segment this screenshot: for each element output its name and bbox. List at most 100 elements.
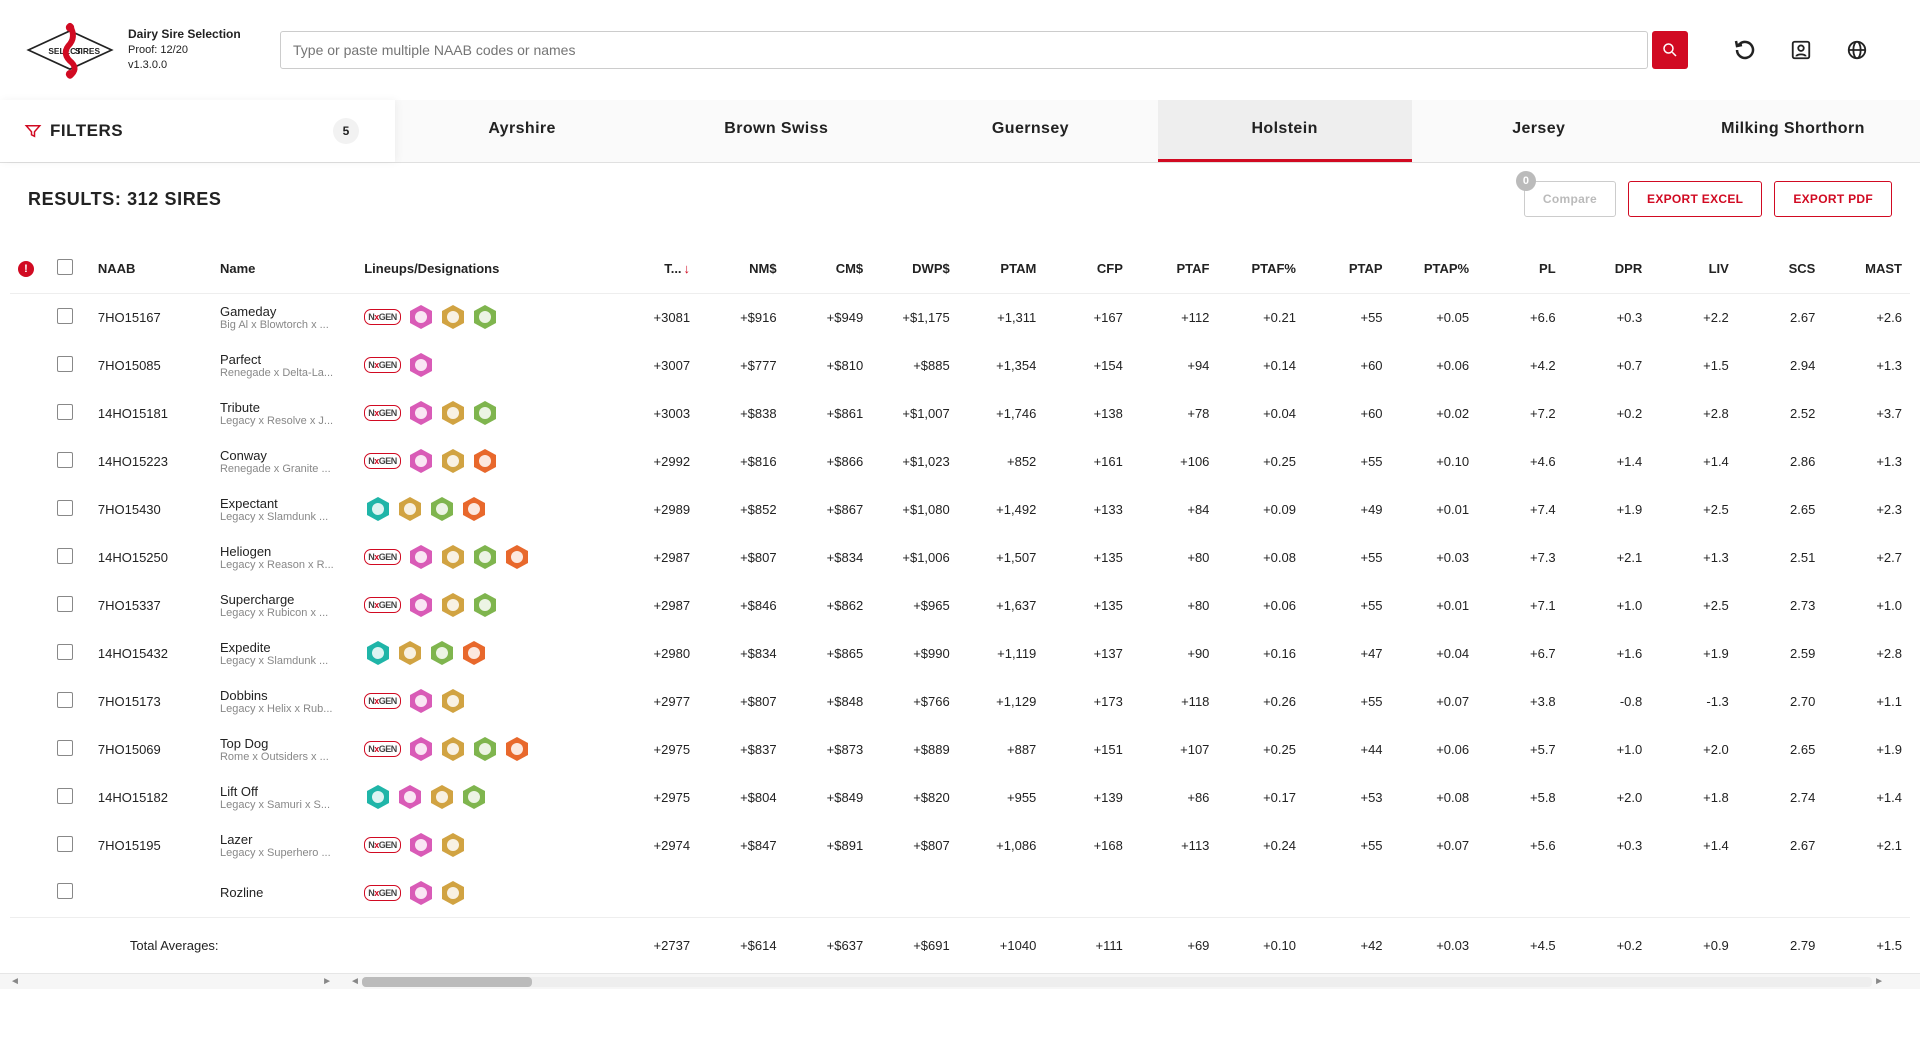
col-header-name[interactable]: Name xyxy=(212,245,356,293)
data-cell: +5.8 xyxy=(1477,773,1564,821)
export-excel-button[interactable]: EXPORT EXCEL xyxy=(1628,181,1762,217)
globe-icon xyxy=(1846,39,1868,61)
tab-ayrshire[interactable]: Ayrshire xyxy=(395,100,649,162)
data-cell: 2.73 xyxy=(1737,581,1824,629)
nxgen-badge: NxGEN xyxy=(364,357,401,373)
data-cell: +$1,023 xyxy=(871,437,958,485)
data-cell: +7.2 xyxy=(1477,389,1564,437)
tab-guernsey[interactable]: Guernsey xyxy=(903,100,1157,162)
name-cell[interactable]: Rozline xyxy=(212,869,356,917)
data-cell: +2980 xyxy=(611,629,698,677)
col-header-liv[interactable]: LIV xyxy=(1650,245,1737,293)
naab-cell: 14HO15223 xyxy=(90,437,212,485)
table-row: 7HO15430ExpectantLegacy x Slamdunk ...+2… xyxy=(10,485,1910,533)
data-cell: +1.0 xyxy=(1823,581,1910,629)
row-checkbox[interactable] xyxy=(57,644,73,660)
name-cell[interactable]: ConwayRenegade x Granite ... xyxy=(212,437,356,485)
col-header-mast[interactable]: MAST xyxy=(1823,245,1910,293)
data-cell: +1.0 xyxy=(1564,581,1651,629)
results-count: RESULTS: 312 SIRES xyxy=(28,189,222,210)
name-cell[interactable]: ExpectantLegacy x Slamdunk ... xyxy=(212,485,356,533)
name-cell[interactable]: HeliogenLegacy x Reason x R... xyxy=(212,533,356,581)
breed-tabs: AyrshireBrown SwissGuernseyHolsteinJerse… xyxy=(395,100,1920,162)
data-cell: +55 xyxy=(1304,821,1391,869)
col-header-ptaf[interactable]: PTAF xyxy=(1131,245,1218,293)
table-row: RozlineNxGEN xyxy=(10,869,1910,917)
data-cell: +$804 xyxy=(698,773,785,821)
row-checkbox[interactable] xyxy=(57,500,73,516)
tab-jersey[interactable]: Jersey xyxy=(1412,100,1666,162)
col-header-lineupsdesignations[interactable]: Lineups/Designations xyxy=(356,245,611,293)
tab-holstein[interactable]: Holstein xyxy=(1158,100,1412,162)
averages-label: Total Averages: xyxy=(90,917,612,973)
export-pdf-button[interactable]: EXPORT PDF xyxy=(1774,181,1892,217)
data-cell: +55 xyxy=(1304,437,1391,485)
hscroll-main[interactable]: ◄ ► xyxy=(342,973,1920,989)
hscroll-thumb[interactable] xyxy=(362,977,532,987)
row-checkbox[interactable] xyxy=(57,883,73,899)
name-cell[interactable]: Top DogRome x Outsiders x ... xyxy=(212,725,356,773)
col-header-naab[interactable]: NAAB xyxy=(90,245,212,293)
averages-cell: +$637 xyxy=(785,917,872,973)
compare-button[interactable]: Compare xyxy=(1524,181,1616,217)
language-button[interactable] xyxy=(1844,37,1870,63)
row-checkbox[interactable] xyxy=(57,692,73,708)
tan-badge xyxy=(439,543,467,571)
col-header-cm[interactable]: CM$ xyxy=(785,245,872,293)
data-cell: +0.06 xyxy=(1391,725,1478,773)
data-cell: +7.1 xyxy=(1477,581,1564,629)
averages-cell: +1.5 xyxy=(1823,917,1910,973)
name-cell[interactable]: Lift OffLegacy x Samuri x S... xyxy=(212,773,356,821)
data-cell: +0.2 xyxy=(1564,389,1651,437)
hscroll-left[interactable]: ◄ ► xyxy=(0,973,342,989)
search-button[interactable] xyxy=(1652,31,1688,69)
col-header-scs[interactable]: SCS xyxy=(1737,245,1824,293)
row-checkbox[interactable] xyxy=(57,308,73,324)
name-cell[interactable]: GamedayBig Al x Blowtorch x ... xyxy=(212,293,356,341)
alert-icon[interactable]: ! xyxy=(18,261,34,277)
col-header-ptap[interactable]: PTAP xyxy=(1304,245,1391,293)
name-cell[interactable]: ParfectRenegade x Delta-La... xyxy=(212,341,356,389)
reset-button[interactable] xyxy=(1732,37,1758,63)
data-cell: +852 xyxy=(958,437,1045,485)
tab-milking-shorthorn[interactable]: Milking Shorthorn xyxy=(1666,100,1920,162)
filters-button[interactable]: FILTERS 5 xyxy=(0,100,395,162)
data-cell: +$807 xyxy=(698,677,785,725)
col-header-ptap[interactable]: PTAP% xyxy=(1391,245,1478,293)
data-cell: +0.04 xyxy=(1217,389,1304,437)
row-checkbox[interactable] xyxy=(57,452,73,468)
col-header-cfp[interactable]: CFP xyxy=(1044,245,1131,293)
row-checkbox[interactable] xyxy=(57,596,73,612)
col-header-t[interactable]: T...↓ xyxy=(611,245,698,293)
pink-badge xyxy=(407,591,435,619)
data-cell: +1.4 xyxy=(1650,821,1737,869)
col-header-pl[interactable]: PL xyxy=(1477,245,1564,293)
tan-badge xyxy=(439,687,467,715)
header: SELECT SIRES Dairy Sire Selection Proof:… xyxy=(0,0,1920,90)
data-cell: 2.52 xyxy=(1737,389,1824,437)
account-button[interactable] xyxy=(1788,37,1814,63)
name-cell[interactable]: TributeLegacy x Resolve x J... xyxy=(212,389,356,437)
col-header-ptaf[interactable]: PTAF% xyxy=(1217,245,1304,293)
row-checkbox[interactable] xyxy=(57,788,73,804)
name-cell[interactable]: SuperchargeLegacy x Rubicon x ... xyxy=(212,581,356,629)
data-cell: +$949 xyxy=(785,293,872,341)
col-header-dwp[interactable]: DWP$ xyxy=(871,245,958,293)
col-header-nm[interactable]: NM$ xyxy=(698,245,785,293)
select-all-checkbox[interactable] xyxy=(57,259,73,275)
data-cell: +154 xyxy=(1044,341,1131,389)
row-checkbox[interactable] xyxy=(57,356,73,372)
search-input[interactable] xyxy=(280,31,1648,69)
name-cell[interactable]: DobbinsLegacy x Helix x Rub... xyxy=(212,677,356,725)
data-cell: +2.2 xyxy=(1650,293,1737,341)
row-checkbox[interactable] xyxy=(57,836,73,852)
row-checkbox[interactable] xyxy=(57,404,73,420)
row-checkbox[interactable] xyxy=(57,548,73,564)
name-cell[interactable]: ExpediteLegacy x Slamdunk ... xyxy=(212,629,356,677)
col-header-ptam[interactable]: PTAM xyxy=(958,245,1045,293)
col-header-dpr[interactable]: DPR xyxy=(1564,245,1651,293)
name-cell[interactable]: LazerLegacy x Superhero ... xyxy=(212,821,356,869)
tab-brown-swiss[interactable]: Brown Swiss xyxy=(649,100,903,162)
row-checkbox[interactable] xyxy=(57,740,73,756)
data-cell: +55 xyxy=(1304,533,1391,581)
